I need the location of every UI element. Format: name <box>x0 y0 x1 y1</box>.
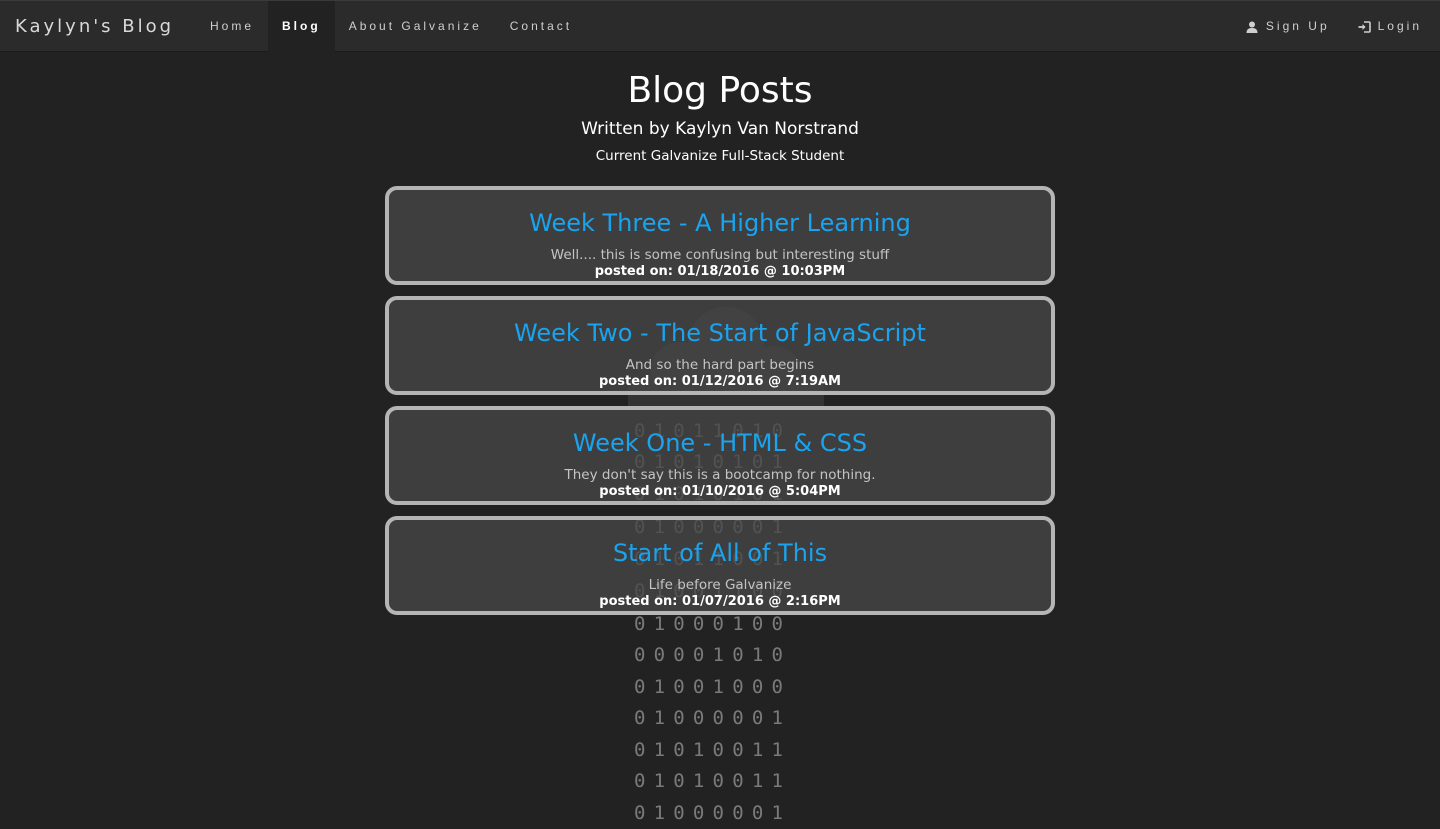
post-title-link[interactable]: Start of All of This <box>389 538 1051 568</box>
nav-blog[interactable]: Blog <box>268 1 335 52</box>
binary-row: 00001010 <box>634 644 792 666</box>
post-description: Well.... this is some confusing but inte… <box>550 247 890 263</box>
post-card[interactable]: Week One - HTML & CSS They don't say thi… <box>385 406 1055 505</box>
post-description: They don't say this is a bootcamp for no… <box>564 467 876 483</box>
post-title-link[interactable]: Week One - HTML & CSS <box>389 428 1051 458</box>
login-label: Login <box>1377 19 1422 33</box>
post-date: posted on: 01/18/2016 @ 10:03PM <box>594 264 846 279</box>
sign-up-label: Sign Up <box>1265 19 1330 33</box>
binary-row: 01001000 <box>634 676 792 698</box>
nav-home[interactable]: Home <box>196 1 268 52</box>
nav-about-galvanize[interactable]: About Galvanize <box>335 1 496 52</box>
post-date: posted on: 01/10/2016 @ 5:04PM <box>599 484 841 499</box>
post-card[interactable]: Week Two - The Start of JavaScript And s… <box>385 296 1055 395</box>
page-header: Blog Posts Written by Kaylyn Van Norstra… <box>0 68 1440 165</box>
author-tagline: Current Galvanize Full-Stack Student <box>595 148 845 164</box>
post-date: posted on: 01/12/2016 @ 7:19AM <box>599 374 841 389</box>
post-card[interactable]: Start of All of This Life before Galvani… <box>385 516 1055 615</box>
author-subtitle: Written by Kaylyn Van Norstrand <box>581 119 859 139</box>
login-link[interactable]: Login <box>1344 1 1436 52</box>
binary-row: 01000001 <box>634 802 792 824</box>
post-title-link[interactable]: Week Three - A Higher Learning <box>389 208 1051 238</box>
post-date: posted on: 01/07/2016 @ 2:16PM <box>599 594 841 609</box>
post-title-link[interactable]: Week Two - The Start of JavaScript <box>389 318 1051 348</box>
brand-logo[interactable]: Kaylyn's Blog <box>15 1 174 52</box>
binary-row: 01010011 <box>634 739 792 761</box>
post-description: Life before Galvanize <box>648 577 792 593</box>
post-description: And so the hard part begins <box>625 357 815 373</box>
nav-right: Sign Up Login <box>1232 1 1436 52</box>
binary-row: 01000001 <box>634 707 792 729</box>
nav-contact[interactable]: Contact <box>496 1 586 52</box>
binary-row: 01000100 <box>634 613 792 635</box>
sign-up-link[interactable]: Sign Up <box>1232 1 1344 52</box>
post-card[interactable]: Week Three - A Higher Learning Well.... … <box>385 186 1055 285</box>
nav-links: Home Blog About Galvanize Contact <box>196 1 586 52</box>
user-icon <box>1246 21 1258 33</box>
page-title: Blog Posts <box>627 70 813 111</box>
login-icon <box>1358 20 1371 33</box>
navbar: Kaylyn's Blog Home Blog About Galvanize … <box>0 0 1440 52</box>
binary-row: 01010011 <box>634 770 792 792</box>
